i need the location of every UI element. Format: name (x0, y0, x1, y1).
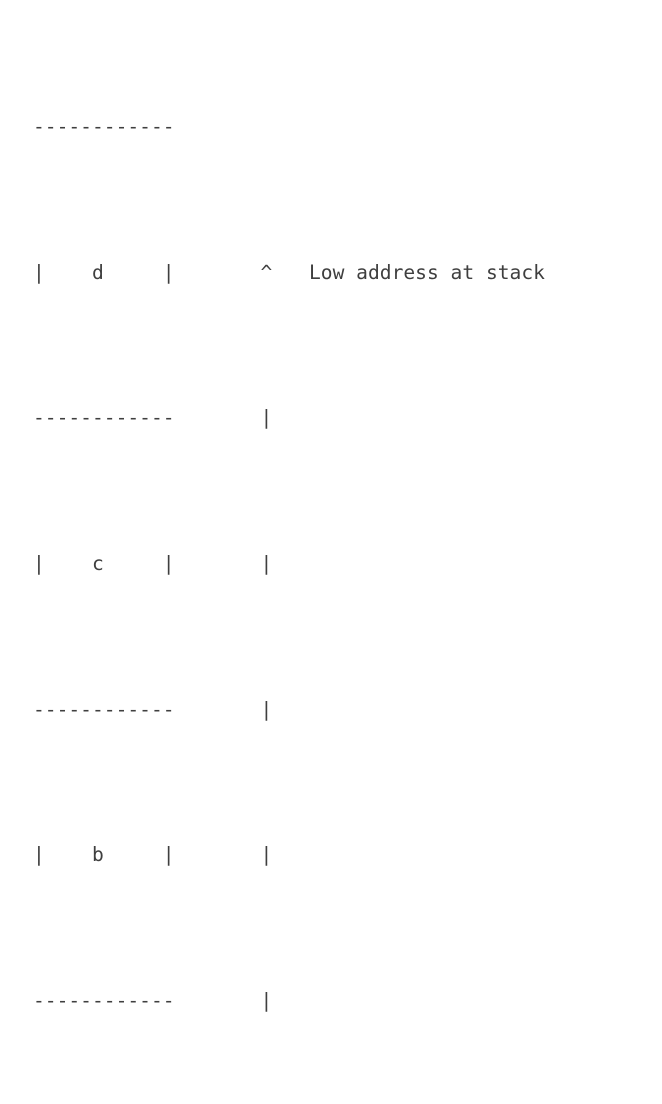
stack-slot-d: | d | (33, 260, 175, 284)
box-border-top: ------------ (33, 115, 175, 139)
arrow-rail-segment: | (260, 843, 273, 867)
stack-slot-b: | b | (33, 843, 175, 867)
arrow-rail-segment: | (260, 406, 273, 430)
arrow-rail-segment: | (260, 988, 273, 1012)
diagram-line: ------------ | (33, 983, 272, 1019)
box-separator: ------------ (33, 988, 175, 1012)
b-row: | b | | (33, 837, 272, 873)
low-address-label: Low address at stack (309, 260, 545, 284)
stack-layout-diagram: ------------ | d | ^ Low address at stac… (0, 0, 662, 1012)
arrow-rail-segment: | (260, 697, 273, 721)
diagram-line: ------------ | (33, 400, 272, 436)
diagram-line: ------------ | (33, 692, 272, 728)
d-row: | d | ^ Low address at stack (33, 255, 545, 291)
diagram-line: ------------ (33, 109, 175, 145)
box-separator: ------------ (33, 697, 175, 721)
box-separator: ------------ (33, 406, 175, 430)
arrow-head-caret-icon: ^ (260, 260, 273, 284)
ascii-art-canvas: ------------ | d | ^ Low address at stac… (33, 0, 545, 1104)
